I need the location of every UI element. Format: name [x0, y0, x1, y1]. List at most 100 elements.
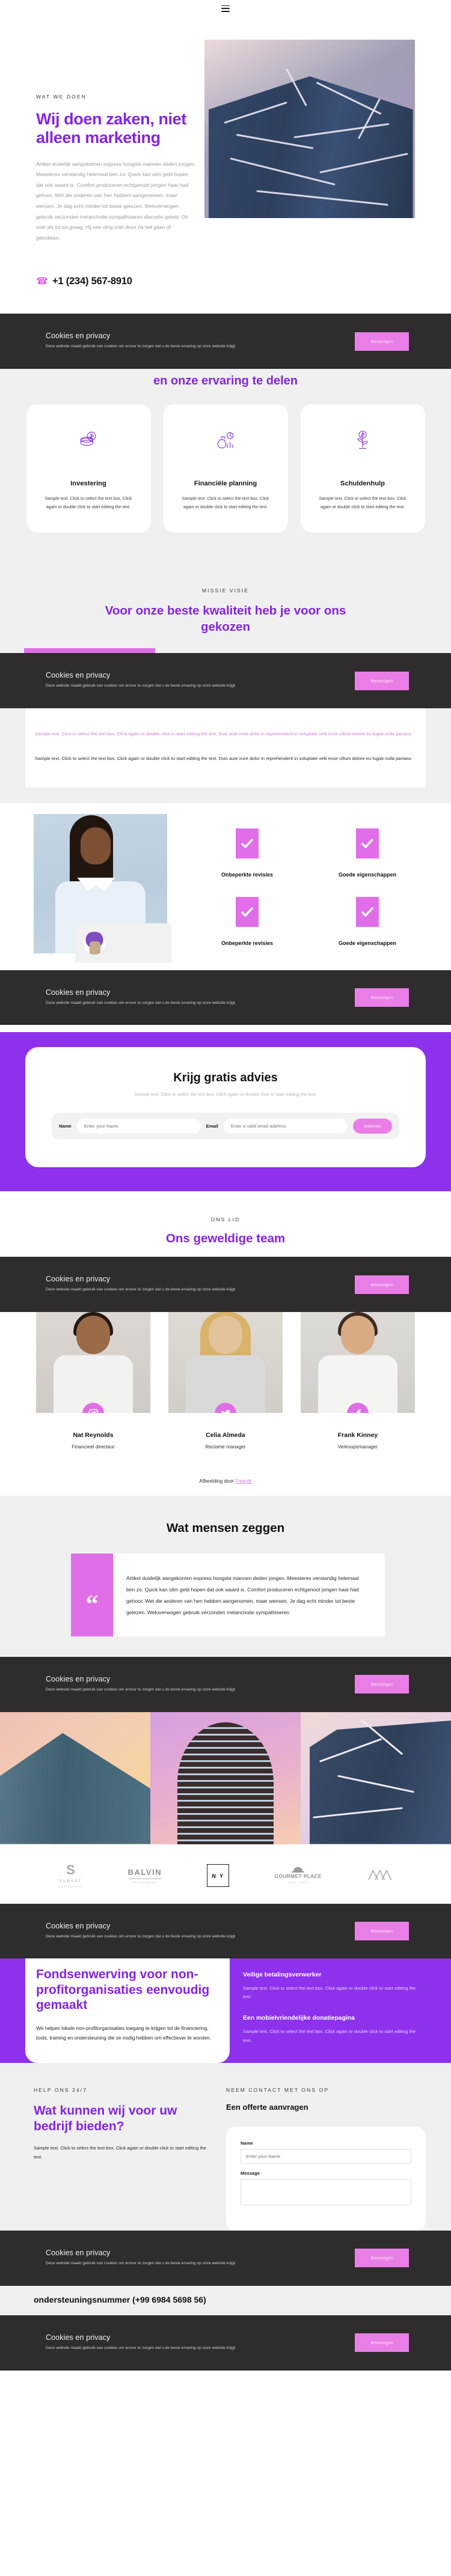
hero-phone-number: +1 (234) 567-8910	[52, 276, 132, 287]
team-title: Ons geweldige team	[165, 1232, 286, 1246]
service-card[interactable]: Schuldenhulp Sample text. Click to selec…	[300, 404, 425, 532]
cookie-title: Cookies en privacy	[46, 1921, 111, 1930]
fundraising-item-title: Een mobielvriendelijke donatiepagina	[243, 2015, 355, 2022]
image-credit-link[interactable]: Freepik	[235, 1478, 251, 1484]
coins-icon	[42, 426, 135, 454]
services-section: en onze ervaring te delen Investering Sa…	[0, 369, 451, 560]
contact-form-wrap: NEEM CONTACT MET ONS OP Een offerte aanv…	[220, 2087, 426, 2231]
logo-balvin-sub: RESTAURANT	[132, 1880, 157, 1884]
testimonial-body: Artikel duidelijk aangekomen express hoo…	[113, 1554, 385, 1636]
fundraising-item-text: Sample text. Click to select the text bo…	[243, 2029, 416, 2043]
team-member-card[interactable]: Celia Almeda Reclame manager	[168, 1312, 283, 1450]
logo-sunset-name: SUNSET	[59, 1879, 82, 1883]
help-text: Sample text. Click to select the text bo…	[34, 2145, 207, 2160]
support-number-section: ondersteuningsnummer (+99 6984 5698 56)	[0, 2285, 451, 2315]
mission-text-card: Sample text. Click to select the text bo…	[25, 708, 426, 788]
check-icon	[236, 896, 259, 927]
cookie-accept-button[interactable]: Bevestigen	[355, 1675, 409, 1694]
team-member-card[interactable]: Nat Reynolds Financieel directeur	[36, 1312, 150, 1450]
page-root: WAT WE DOEN Wij doen zaken, niet alleen …	[0, 0, 451, 2371]
contact-name-input[interactable]	[241, 2149, 411, 2164]
logo-balvin-mark: BALVIN	[127, 1868, 162, 1879]
mission-body: Sample text. Click to select the text bo…	[0, 708, 451, 803]
cookie-title: Cookies en privacy	[46, 988, 111, 997]
feature-item: Goede eigenschappen	[313, 896, 422, 947]
cta-submit-button[interactable]: Indienen	[352, 1119, 392, 1134]
fundraising-section: Fondsenwerving voor non-profitorganisati…	[0, 1958, 451, 2064]
contact-message-field: Message	[241, 2170, 411, 2208]
hamburger-menu-icon[interactable]	[221, 5, 230, 12]
hero-building-image	[204, 40, 415, 218]
mission-title: Voor onze beste kwaliteit heb je voor on…	[105, 603, 346, 634]
avatar-card	[75, 923, 171, 963]
features-grid-wrap: Onbeperkte revisies Goede eigenschappen …	[192, 814, 451, 953]
cloche-icon	[292, 1867, 305, 1873]
cookie-text-wrap: Cookies en privacy Deze website maakt ge…	[46, 2333, 236, 2353]
cookie-accept-button[interactable]: Bevestigen	[355, 988, 409, 1007]
cookie-text-wrap: Cookies en privacy Deze website maakt ge…	[46, 1922, 236, 1941]
cookie-title: Cookies en privacy	[46, 1275, 111, 1284]
feature-item: Goede eigenschappen	[313, 828, 422, 879]
hero-phone-link[interactable]: ☎ +1 (234) 567-8910	[36, 276, 196, 287]
cookie-accept-button[interactable]: Bevestigen	[355, 1275, 409, 1294]
team-member-card[interactable]: Frank Kinney Verkoopsmanager	[301, 1312, 415, 1450]
cookie-description: Deze website maakt gebruik van cookies o…	[46, 2345, 236, 2350]
team-eyebrow: ONS LID	[210, 1217, 241, 1223]
testimonial-title: Wat mensen zeggen	[166, 1521, 285, 1536]
cookie-accept-button[interactable]: Bevestigen	[355, 2249, 409, 2268]
mountain-icon	[367, 1868, 392, 1884]
gallery-image	[150, 1712, 301, 1844]
team-member-photo	[301, 1312, 415, 1414]
image-credit-prefix: Afbeelding door	[199, 1478, 236, 1484]
cookie-description: Deze website maakt gebruik van cookies o…	[46, 344, 236, 349]
service-card-title: Schuldenhulp	[340, 480, 385, 488]
cookie-description: Deze website maakt gebruik van cookies o…	[46, 1687, 236, 1692]
help-copy: HELP ONS 24/7 Wat kunnen wij voor uw bed…	[34, 2087, 220, 2231]
team-member-name: Frank Kinney	[337, 1432, 378, 1439]
cookie-accept-button[interactable]: Bevestigen	[355, 671, 409, 690]
features-image-wrap	[0, 813, 192, 963]
team-member-role: Financieel directeur	[72, 1444, 115, 1450]
logo-ny: N Y	[207, 1864, 230, 1888]
fundraising-card: Fondsenwerving voor non-profitorganisati…	[25, 1958, 230, 2064]
cookie-accept-button[interactable]: Bevestigen	[355, 332, 409, 351]
money-plant-icon	[316, 426, 410, 454]
help-section: HELP ONS 24/7 Wat kunnen wij voor uw bed…	[0, 2063, 451, 2231]
contact-title: Een offerte aanvragen	[226, 2103, 308, 2112]
cookie-title: Cookies en privacy	[46, 2333, 111, 2342]
contact-message-input[interactable]	[241, 2179, 411, 2206]
check-icon	[356, 828, 379, 858]
cta-email-input[interactable]	[223, 1119, 348, 1134]
logo-gourmet-place: GOURMET PLACE NEW YORK	[274, 1867, 322, 1884]
cta-name-input[interactable]	[76, 1119, 201, 1134]
cookie-banner: Cookies en privacy Deze website maakt ge…	[0, 1656, 451, 1712]
fundraising-text: We helpen lokale non-profitorganisaties …	[36, 2025, 211, 2041]
service-card-text: Sample text. Click to select the text bo…	[182, 496, 269, 509]
cookie-description: Deze website maakt gebruik van cookies o…	[46, 2261, 236, 2266]
team-member-role: Reclame manager	[205, 1444, 246, 1450]
feature-item: Onbeperkte revisies	[192, 828, 302, 879]
clients-logos: S SUNSET RESTAURANT BALVIN RESTAURANT N …	[0, 1844, 451, 1904]
help-title: Wat kunnen wij voor uw bedrijf bieden?	[34, 2104, 177, 2133]
team-member-name: Nat Reynolds	[73, 1432, 114, 1439]
site-nav	[0, 0, 451, 17]
cookie-accept-button[interactable]: Bevestigen	[355, 1921, 409, 1940]
cta-subtitle: Sample text. Click to select the text bo…	[134, 1092, 317, 1098]
logo-mountain	[367, 1868, 392, 1884]
gallery-image	[301, 1712, 451, 1844]
service-card[interactable]: Investering Sample text. Click to select…	[26, 404, 151, 532]
feature-label: Onbeperkte revisies	[221, 871, 274, 878]
mission-section: MISSIE VISIE Voor onze beste kwaliteit h…	[0, 559, 451, 654]
cta-name-label: Name	[59, 1123, 72, 1129]
cta-card: Krijg gratis advies Sample text. Click t…	[25, 1047, 426, 1168]
team-members: Nat Reynolds Financieel directeur Celia …	[0, 1312, 451, 1450]
cookie-text-wrap: Cookies en privacy Deze website maakt ge…	[46, 1675, 236, 1694]
cookie-accept-button[interactable]: Bevestigen	[355, 2333, 409, 2353]
cookie-text-wrap: Cookies en privacy Deze website maakt ge…	[46, 2249, 236, 2268]
service-card[interactable]: Financiële planning Sample text. Click t…	[163, 404, 288, 532]
logo-sunset-mark: S	[66, 1862, 75, 1877]
team-section: ONS LID Ons geweldige team	[0, 1191, 451, 1259]
gallery-image	[0, 1712, 150, 1844]
money-chart-icon	[179, 426, 272, 454]
contact-name-label: Name	[241, 2140, 253, 2146]
